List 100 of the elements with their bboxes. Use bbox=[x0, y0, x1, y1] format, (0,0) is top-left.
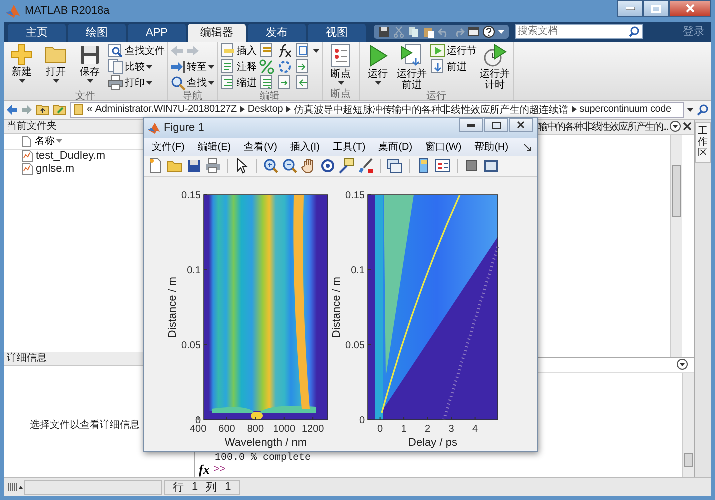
save-icon[interactable] bbox=[79, 44, 101, 66]
unindent-icon[interactable] bbox=[295, 75, 311, 92]
search-icon bbox=[629, 26, 640, 38]
indent-icon[interactable] bbox=[220, 75, 236, 92]
file-name[interactable]: test_Dudley.m bbox=[36, 150, 106, 162]
ribbon-tab[interactable]: 主页 bbox=[8, 24, 66, 42]
ribbon-button[interactable]: 保存 bbox=[74, 44, 106, 91]
menu-item[interactable]: 帮助(H) bbox=[474, 140, 509, 154]
breakpoint-icon[interactable] bbox=[329, 44, 353, 68]
run-advance-icon[interactable] bbox=[400, 44, 424, 68]
ribbon-button[interactable]: 注释 bbox=[220, 60, 257, 75]
path-segment[interactable]: supercontinuum code bbox=[580, 104, 672, 116]
ribbon-button[interactable]: 前进 bbox=[430, 60, 477, 75]
dropdown-caret-icon[interactable] bbox=[687, 108, 694, 112]
minimize-button[interactable] bbox=[617, 0, 643, 17]
maximize-button[interactable] bbox=[643, 0, 669, 17]
toolbar-button[interactable] bbox=[435, 158, 451, 174]
toolbar-button[interactable] bbox=[186, 158, 202, 174]
compare-icon[interactable] bbox=[108, 59, 124, 76]
toolbar-button[interactable] bbox=[464, 158, 480, 174]
group-title: 编辑 bbox=[259, 90, 281, 102]
toolbar-button[interactable] bbox=[339, 158, 355, 174]
ribbon-button[interactable]: 运行并前进 bbox=[396, 44, 428, 91]
path-segment[interactable]: Administrator.WIN7U-20180127Z bbox=[95, 104, 237, 116]
path-segment[interactable]: Desktop bbox=[248, 104, 284, 116]
editor-tab-title[interactable]: 输中的各种非线性效应所产生的... bbox=[538, 120, 668, 134]
dock-icon[interactable] bbox=[524, 144, 531, 150]
comment-icon[interactable] bbox=[220, 59, 236, 76]
copy-icon bbox=[408, 26, 420, 38]
ribbon-button[interactable]: 查找 bbox=[170, 76, 215, 91]
advance-icon[interactable] bbox=[430, 59, 446, 76]
ribbon-button[interactable]: 查找文件 bbox=[108, 44, 165, 59]
ribbon-button[interactable]: 打开 bbox=[40, 44, 72, 91]
toolbar-button[interactable] bbox=[320, 158, 336, 174]
close-button[interactable] bbox=[509, 118, 533, 132]
grip-icon[interactable] bbox=[8, 482, 24, 492]
folder-icon bbox=[74, 104, 84, 116]
ribbon-button[interactable]: 转至 bbox=[170, 60, 215, 75]
ribbon-button[interactable]: 断点 bbox=[325, 44, 357, 89]
caret-icon bbox=[86, 78, 94, 83]
menu-item[interactable]: 查看(V) bbox=[244, 140, 278, 154]
run-section-icon[interactable] bbox=[430, 43, 446, 60]
toolbar-button[interactable] bbox=[378, 26, 390, 38]
menu-item[interactable]: 编辑(E) bbox=[198, 140, 232, 154]
ribbon-button[interactable]: 运行 bbox=[362, 44, 394, 91]
ribbon-button[interactable]: 插入 bbox=[220, 44, 257, 59]
back-button[interactable] bbox=[6, 104, 18, 116]
ribbon-button[interactable]: 缩进 bbox=[220, 76, 257, 91]
up-folder-button[interactable] bbox=[36, 104, 50, 116]
help-icon bbox=[483, 26, 495, 38]
section-icon[interactable] bbox=[295, 43, 311, 60]
ribbon-tab[interactable]: 发布 bbox=[248, 24, 306, 42]
ribbon-tab[interactable]: APP bbox=[128, 24, 186, 42]
function-icon[interactable] bbox=[277, 43, 293, 60]
search-icon[interactable] bbox=[170, 75, 186, 92]
ribbon-tab[interactable]: 绘图 bbox=[68, 24, 126, 42]
go-to-icon[interactable] bbox=[170, 59, 186, 76]
window-icon bbox=[468, 26, 480, 38]
menu-item[interactable]: 文件(F) bbox=[152, 140, 185, 154]
address-field[interactable]: « Administrator.WIN7U-20180127Z Desktop 仿真波导中超短脉冲传输中的各种非线性效应所产生的超连续谱 supercontinuum code bbox=[70, 102, 684, 118]
minimize-button[interactable] bbox=[459, 118, 483, 132]
scrollbar[interactable] bbox=[670, 134, 682, 357]
search-icon[interactable] bbox=[697, 104, 709, 116]
print-icon[interactable] bbox=[108, 75, 124, 92]
panel-menu-icon[interactable] bbox=[670, 121, 681, 132]
menu-item[interactable]: 工具(T) bbox=[332, 140, 366, 154]
scrollbar[interactable] bbox=[682, 372, 694, 478]
menu-item[interactable]: 插入(I) bbox=[290, 140, 320, 154]
side-tab[interactable]: 工作区 bbox=[695, 122, 711, 163]
toolbar-button[interactable] bbox=[468, 26, 480, 38]
panel-menu-icon[interactable] bbox=[677, 359, 688, 370]
tick-label: 0.05 bbox=[346, 340, 365, 352]
ribbon-button[interactable]: 运行并计时 bbox=[479, 44, 511, 91]
tick-label: 4 bbox=[472, 424, 478, 435]
function-browser-button[interactable]: fx bbox=[199, 462, 210, 478]
ribbon-button[interactable]: 新建 bbox=[6, 44, 38, 91]
toolbar-button[interactable] bbox=[358, 158, 374, 174]
column-header[interactable]: 名称 bbox=[35, 134, 63, 149]
close-icon[interactable] bbox=[683, 122, 692, 132]
help-button[interactable] bbox=[483, 26, 495, 38]
ribbon-button[interactable]: 打印 bbox=[108, 76, 165, 91]
menu-item[interactable]: 窗口(W) bbox=[426, 140, 462, 154]
maximize-button[interactable] bbox=[484, 118, 508, 132]
close-button[interactable] bbox=[669, 0, 711, 17]
ribbon-button[interactable]: 运行节 bbox=[430, 44, 477, 59]
file-name[interactable]: gnlse.m bbox=[36, 163, 75, 176]
login-link[interactable]: 登录 bbox=[683, 24, 705, 40]
toolbar-button[interactable] bbox=[387, 158, 403, 174]
ribbon-tab[interactable]: 编辑器 bbox=[188, 24, 246, 42]
menu-item[interactable]: 桌面(D) bbox=[378, 140, 413, 154]
toolbar-button[interactable] bbox=[483, 158, 499, 174]
run-and-time-icon[interactable] bbox=[483, 44, 507, 68]
path-segment[interactable]: 仿真波导中超短脉冲传输中的各种非线性效应所产生的超连续谱 bbox=[294, 102, 569, 117]
status-label: 行 bbox=[173, 480, 184, 495]
insert-section-icon[interactable] bbox=[220, 43, 236, 60]
find-file-icon[interactable] bbox=[108, 43, 124, 60]
command-prompt[interactable]: >> bbox=[214, 464, 226, 476]
ribbon-tab[interactable]: 视图 bbox=[308, 24, 366, 42]
search-field[interactable]: 搜索文档 bbox=[515, 24, 643, 40]
ribbon-button[interactable]: 比较 bbox=[108, 60, 165, 75]
